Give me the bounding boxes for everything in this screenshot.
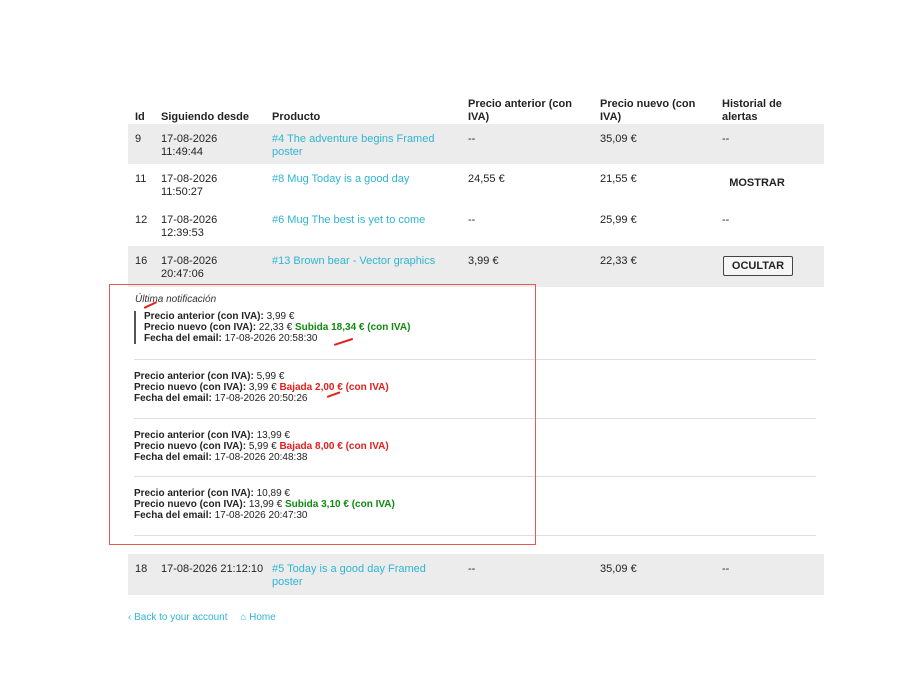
row-date: 17-08-2026 12:39:53	[161, 214, 218, 239]
row-old-price: --	[468, 133, 476, 145]
product-link[interactable]: #4 The adventure begins Framed poster	[272, 133, 452, 159]
product-link[interactable]: #13 Brown bear - Vector graphics	[272, 255, 452, 268]
row-old-price: 24,55 €	[468, 173, 505, 185]
row-new-price: 35,09 €	[600, 563, 637, 575]
row-date: 17-08-2026 20:47:06	[161, 255, 218, 280]
row-history: --	[722, 563, 730, 575]
row-old-price: --	[468, 214, 476, 226]
header-history: Historial de alertas	[722, 98, 782, 123]
row-date: 17-08-2026 11:50:27	[161, 173, 218, 198]
table-row: 11 17-08-2026 11:50:27 #8 Mug Today is a …	[128, 164, 824, 205]
product-link[interactable]: #5 Today is a good day Framed poster	[272, 563, 452, 589]
row-id: 18	[135, 563, 148, 575]
row-old-price: --	[468, 563, 476, 575]
row-history: --	[722, 214, 730, 226]
row-date: 17-08-2026 21:12:10	[161, 563, 264, 575]
show-history-button[interactable]: MOSTRAR	[722, 177, 792, 190]
table-row: 18 17-08-2026 21:12:10 #5 Today is a goo…	[128, 554, 824, 595]
table-row: 16 17-08-2026 20:47:06 #13 Brown bear - V…	[128, 246, 824, 287]
header-id: Id	[135, 111, 145, 123]
hide-history-button[interactable]: OCULTAR	[723, 256, 793, 276]
home-link[interactable]: ⌂ Home	[240, 612, 276, 623]
back-to-account-link[interactable]: ‹ Back to your account	[128, 612, 228, 623]
product-link[interactable]: #8 Mug Today is a good day	[272, 173, 452, 186]
header-old-price: Precio anterior (con IVA)	[468, 98, 572, 123]
header-since: Siguiendo desde	[161, 111, 250, 123]
row-id: 11	[135, 173, 147, 185]
row-new-price: 21,55 €	[600, 173, 637, 185]
footer-links: ‹ Back to your account ⌂ Home	[128, 612, 286, 623]
header-product: Producto	[272, 111, 321, 123]
header-new-price: Precio nuevo (con IVA)	[600, 98, 696, 123]
row-id: 16	[135, 255, 148, 267]
row-id: 9	[135, 133, 142, 145]
row-new-price: 35,09 €	[600, 133, 637, 145]
row-id: 12	[135, 214, 148, 226]
row-date: 17-08-2026 11:49:44	[161, 133, 218, 158]
row-new-price: 22,33 €	[600, 255, 637, 267]
product-link[interactable]: #6 Mug The best is yet to come	[272, 214, 452, 227]
row-new-price: 25,99 €	[600, 214, 637, 226]
table-row: 9 17-08-2026 11:49:44 #4 The adventure be…	[128, 124, 824, 164]
table-header: Id Siguiendo desde Producto Precio anter…	[128, 88, 824, 124]
highlight-box	[109, 284, 536, 545]
row-old-price: 3,99 €	[468, 255, 499, 267]
row-history: --	[722, 133, 730, 145]
table-row: 12 17-08-2026 12:39:53 #6 Mug The best is…	[128, 205, 824, 246]
